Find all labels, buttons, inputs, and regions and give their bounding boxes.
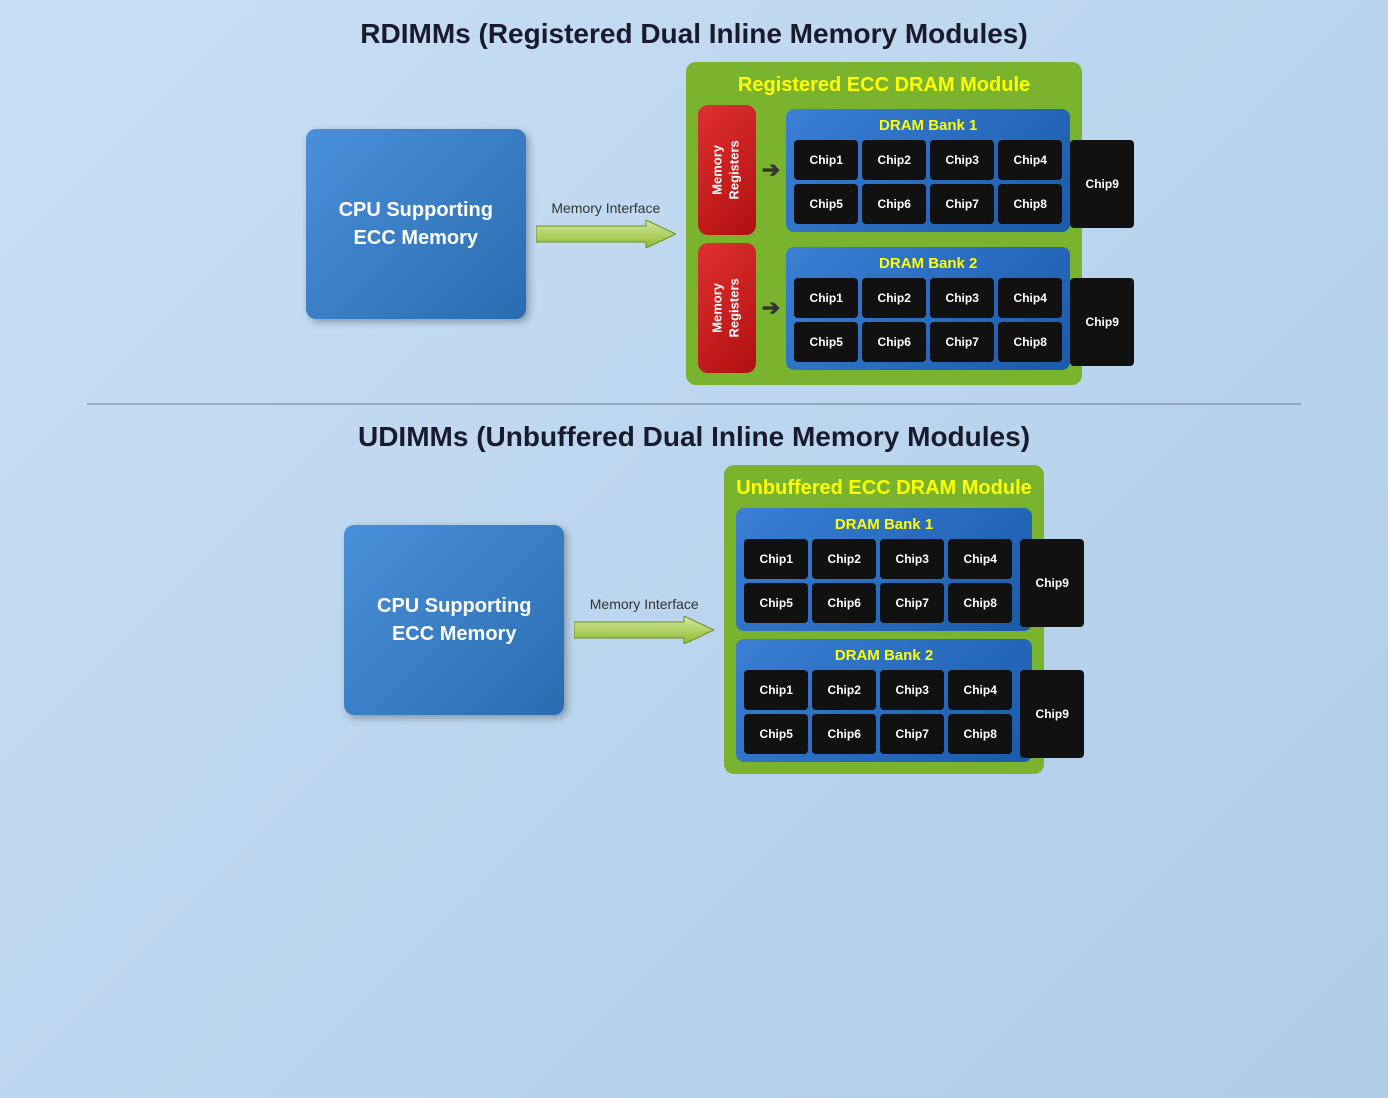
rdimm-bank1-row1: Chip1 Chip2 Chip3 Chip4 [794,140,1062,180]
rdimm-module: Registered ECC DRAM Module MemoryRegiste… [686,62,1082,385]
udimm-bank2-chips: Chip1 Chip2 Chip3 Chip4 Chip5 Chip6 Chip… [744,670,1012,754]
chip-b1r2c3: Chip7 [930,184,994,224]
chip-ub2r2c3: Chip7 [880,714,944,754]
chip-b1r2c2: Chip6 [862,184,926,224]
chip-ub2r1c3: Chip3 [880,670,944,710]
chip-ub1r2c4: Chip8 [948,583,1012,623]
udimm-bank1-grid: Chip1 Chip2 Chip3 Chip4 Chip5 Chip6 Chip… [744,539,1012,623]
rdimm-register-2-label: MemoryRegisters [710,278,744,337]
udimm-bank1-row1: Chip1 Chip2 Chip3 Chip4 [744,539,1012,579]
chip-b1r1c4: Chip4 [998,140,1062,180]
rdimm-bank1-chips: Chip1 Chip2 Chip3 Chip4 Chip5 Chip6 Chip… [794,140,1062,224]
rdimm-arrow-label: Memory Interface [551,200,660,216]
chip-ub1r1c3: Chip3 [880,539,944,579]
rdimm-title: RDIMMs (Registered Dual Inline Memory Mo… [360,18,1027,50]
udimm-bank1-row2: Chip5 Chip6 Chip7 Chip8 [744,583,1012,623]
chip-ub2r2c1: Chip5 [744,714,808,754]
udimm-title: UDIMMs (Unbuffered Dual Inline Memory Mo… [358,421,1030,453]
udimm-module-title: Unbuffered ECC DRAM Module [736,477,1032,500]
udimm-bank2-row1: Chip1 Chip2 Chip3 Chip4 [744,670,1012,710]
chip-b1r1c1: Chip1 [794,140,858,180]
udimm-bank2-row2: Chip5 Chip6 Chip7 Chip8 [744,714,1012,754]
rdimm-bank-1: DRAM Bank 1 Chip1 Chip2 Chip3 Chip4 [786,109,1070,232]
udimm-cpu-label: CPU SupportingECC Memory [377,592,531,648]
chip-b1r2c4: Chip8 [998,184,1062,224]
rdimm-bank1-grid: Chip1 Chip2 Chip3 Chip4 Chip5 Chip6 Chip… [794,140,1062,224]
chip-ub2r1c1: Chip1 [744,670,808,710]
chip-ub1r1c2: Chip2 [812,539,876,579]
rdimm-bank2-grid: Chip1 Chip2 Chip3 Chip4 Chip5 Chip6 Chip… [794,278,1062,362]
chip-b2-9: Chip9 [1070,278,1134,366]
chip-b2r2c4: Chip8 [998,322,1062,362]
rdimm-arrow-shape [536,220,676,248]
chip-b2r2c3: Chip7 [930,322,994,362]
udimm-bank2-grid: Chip1 Chip2 Chip3 Chip4 Chip5 Chip6 Chip… [744,670,1012,754]
chip-ub1r1c1: Chip1 [744,539,808,579]
chip-b1r2c1: Chip5 [794,184,858,224]
rdimm-bank-2: DRAM Bank 2 Chip1 Chip2 Chip3 Chip4 [786,247,1070,370]
chip-ub1r2c1: Chip5 [744,583,808,623]
chip-b2r1c2: Chip2 [862,278,926,318]
chip-ub1r2c3: Chip7 [880,583,944,623]
rdimm-register-2: MemoryRegisters [698,243,756,373]
rdimm-section: RDIMMs (Registered Dual Inline Memory Mo… [20,10,1368,385]
rdimm-cpu-label: CPU SupportingECC Memory [339,196,493,252]
rdimm-register-1-label: MemoryRegisters [710,140,744,199]
chip-ub1-9: Chip9 [1020,539,1084,627]
chip-ub1r1c4: Chip4 [948,539,1012,579]
chip-b1-9: Chip9 [1070,140,1134,228]
chip-ub1r2c2: Chip6 [812,583,876,623]
rdimm-reg-arrow-1: ➔ [762,157,780,183]
udimm-arrow: Memory Interface [564,596,724,644]
udimm-bank2-title: DRAM Bank 2 [744,647,1024,664]
chip-b2r1c1: Chip1 [794,278,858,318]
rdimm-bank2-chips: Chip1 Chip2 Chip3 Chip4 Chip5 Chip6 Chip… [794,278,1062,362]
udimm-diagram: CPU SupportingECC Memory Memory Interfac… [20,465,1368,774]
udimm-bank-2: DRAM Bank 2 Chip1 Chip2 Chip3 Chip4 Chip… [736,639,1032,762]
rdimm-diagram: CPU SupportingECC Memory Memory Interfac… [20,62,1368,385]
chip-ub2r2c4: Chip8 [948,714,1012,754]
chip-b1r1c2: Chip2 [862,140,926,180]
udimm-module: Unbuffered ECC DRAM Module DRAM Bank 1 C… [724,465,1044,774]
chip-ub2r2c2: Chip6 [812,714,876,754]
udimm-section: UDIMMs (Unbuffered Dual Inline Memory Mo… [20,413,1368,774]
udimm-arrow-shape [574,616,714,644]
udimm-arrow-label: Memory Interface [590,596,699,612]
rdimm-bank2-row2: Chip5 Chip6 Chip7 Chip8 [794,322,1062,362]
rdimm-bank2-row1: Chip1 Chip2 Chip3 Chip4 [794,278,1062,318]
udimm-bank1-title: DRAM Bank 1 [744,516,1024,533]
udimm-banks: DRAM Bank 1 Chip1 Chip2 Chip3 Chip4 Chip… [736,508,1032,762]
rdimm-arrow: Memory Interface [526,200,686,248]
chip-b2r2c2: Chip6 [862,322,926,362]
udimm-bank1-chips: Chip1 Chip2 Chip3 Chip4 Chip5 Chip6 Chip… [744,539,1012,623]
rdimm-module-title: Registered ECC DRAM Module [698,74,1070,97]
chip-ub2r1c4: Chip4 [948,670,1012,710]
chip-ub2r1c2: Chip2 [812,670,876,710]
chip-b1r1c3: Chip3 [930,140,994,180]
chip-b2r1c3: Chip3 [930,278,994,318]
rdimm-bank1-title: DRAM Bank 1 [794,117,1062,134]
chip-b2r2c1: Chip5 [794,322,858,362]
chip-b2r1c4: Chip4 [998,278,1062,318]
section-divider [87,403,1300,405]
rdimm-bank1-row2: Chip5 Chip6 Chip7 Chip8 [794,184,1062,224]
udimm-cpu-box: CPU SupportingECC Memory [344,525,564,715]
rdimm-reg-arrow-2: ➔ [762,295,780,321]
rdimm-register-1: MemoryRegisters [698,105,756,235]
rdimm-cpu-box: CPU SupportingECC Memory [306,129,526,319]
udimm-bank-1: DRAM Bank 1 Chip1 Chip2 Chip3 Chip4 Chip… [736,508,1032,631]
chip-ub2-9: Chip9 [1020,670,1084,758]
rdimm-module-inner: MemoryRegisters ➔ DRAM Bank 1 Chip1 Chip… [698,105,1070,373]
rdimm-bank2-title: DRAM Bank 2 [794,255,1062,272]
